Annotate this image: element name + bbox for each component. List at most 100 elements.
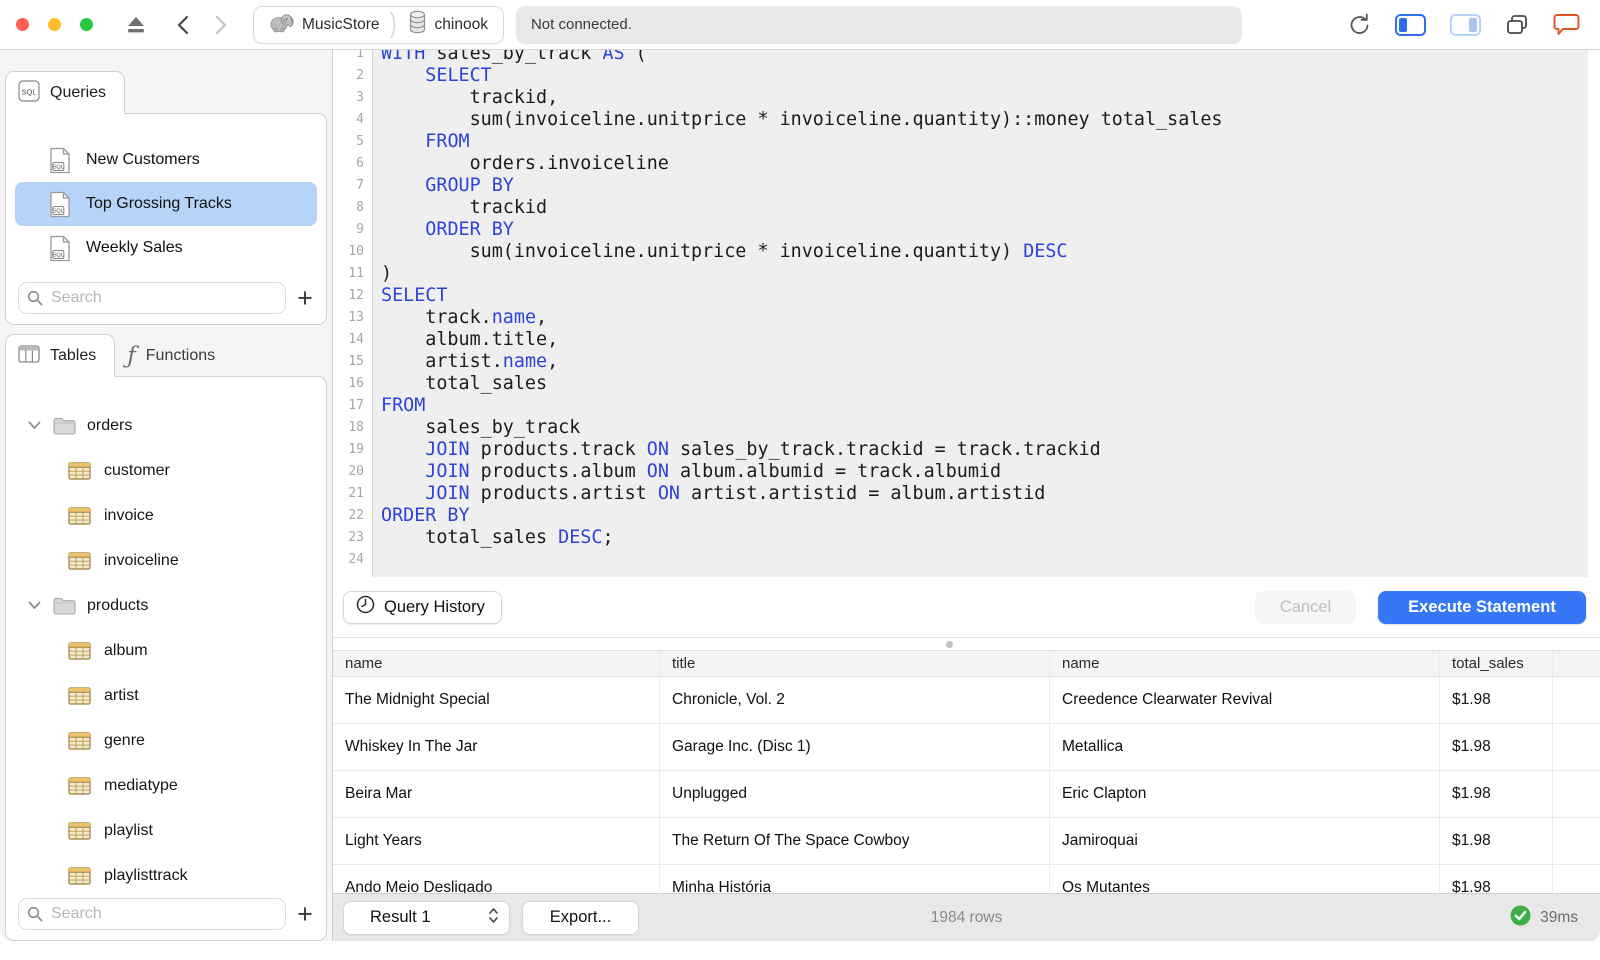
breadcrumb-schema[interactable]: chinook (408, 10, 488, 39)
table-row[interactable]: The Midnight Special Chronicle, Vol. 2 Cre… (333, 677, 1600, 724)
code-line[interactable]: trackid, (381, 87, 1588, 109)
tab-queries[interactable]: SQL Queries (5, 71, 126, 114)
table-cell[interactable]: Chronicle, Vol. 2 (660, 677, 1050, 723)
column-header[interactable]: name (333, 651, 660, 676)
table-cell[interactable]: $1.98 (1440, 818, 1553, 864)
query-item[interactable]: SQL Weekly Sales (15, 226, 317, 270)
code-line[interactable]: GROUP BY (381, 175, 1588, 197)
table-cell[interactable]: $1.98 (1440, 771, 1553, 817)
pane-splitter[interactable] (333, 637, 1600, 650)
table-cell[interactable]: $1.98 (1440, 677, 1553, 723)
query-history-button[interactable]: Query History (343, 590, 502, 624)
table-row[interactable]: Beira Mar Unplugged Eric Clapton $1.98 (333, 771, 1600, 818)
code-line[interactable]: JOIN products.album ON album.albumid = t… (381, 461, 1588, 483)
forward-button[interactable] (215, 15, 227, 35)
tree-table[interactable]: artist (6, 673, 326, 718)
table-cell[interactable]: Creedence Clearwater Revival (1050, 677, 1440, 723)
code-line[interactable]: artist.name, (381, 351, 1588, 373)
code-line[interactable]: sales_by_track (381, 417, 1588, 439)
code-line[interactable]: orders.invoiceline (381, 153, 1588, 175)
code-line[interactable]: total_sales DESC; (381, 527, 1588, 549)
column-header[interactable]: name (1050, 651, 1440, 676)
query-item[interactable]: SQL Top Grossing Tracks (15, 182, 317, 226)
table-cell[interactable]: Garage Inc. (Disc 1) (660, 724, 1050, 770)
windows-button[interactable] (1505, 13, 1529, 37)
table-row[interactable]: Whiskey In The Jar Garage Inc. (Disc 1) Me… (333, 724, 1600, 771)
table-cell[interactable]: Minha História (660, 865, 1050, 893)
code-line[interactable]: album.title, (381, 329, 1588, 351)
table-cell[interactable]: Ando Meio Desligado (333, 865, 660, 893)
back-button[interactable] (177, 15, 189, 35)
table-cell[interactable]: Os Mutantes (1050, 865, 1440, 893)
export-button[interactable]: Export... (522, 900, 639, 935)
add-query-button[interactable]: + (290, 283, 320, 313)
tree-table[interactable]: genre (6, 718, 326, 763)
tree-table[interactable]: playlist (6, 808, 326, 853)
code-line[interactable]: sum(invoiceline.unitprice * invoiceline.… (381, 109, 1588, 131)
tree-table[interactable]: invoice (6, 493, 326, 538)
code-line[interactable]: JOIN products.track ON sales_by_track.tr… (381, 439, 1588, 461)
chevron-down-icon[interactable] (28, 421, 42, 430)
cancel-button[interactable]: Cancel (1255, 590, 1356, 624)
execute-statement-button[interactable]: Execute Statement (1378, 590, 1586, 624)
result-selector[interactable]: Result 1 (343, 900, 510, 935)
tree-table[interactable]: customer (6, 448, 326, 493)
code-line[interactable]: SELECT (381, 285, 1588, 307)
tree-folder[interactable]: orders (6, 403, 326, 448)
table-row[interactable]: Light Years The Return Of The Space Cowbo… (333, 818, 1600, 865)
code-line[interactable] (381, 549, 1588, 571)
code-line[interactable]: FROM (381, 131, 1588, 153)
column-header[interactable]: total_sales (1440, 651, 1553, 676)
tab-tables[interactable]: Tables (5, 334, 116, 377)
column-header[interactable]: title (660, 651, 1050, 676)
table-cell[interactable]: The Midnight Special (333, 677, 660, 723)
sidebar-right-toggle[interactable] (1450, 13, 1481, 37)
breadcrumb-database[interactable]: MusicStore (269, 11, 380, 38)
code-line[interactable]: ORDER BY (381, 219, 1588, 241)
code-area[interactable]: WITH sales_by_track AS ( SELECT trackid,… (373, 50, 1588, 577)
chevron-down-icon[interactable] (28, 601, 42, 610)
table-cell[interactable]: The Return Of The Space Cowboy (660, 818, 1050, 864)
tree-table[interactable]: album (6, 628, 326, 673)
code-line[interactable]: ) (381, 263, 1588, 285)
table-cell[interactable]: Light Years (333, 818, 660, 864)
eject-icon[interactable] (125, 16, 147, 34)
tree-table[interactable]: invoiceline (6, 538, 326, 583)
table-cell[interactable]: Metallica (1050, 724, 1440, 770)
tree-folder[interactable]: products (6, 583, 326, 628)
refresh-button[interactable] (1348, 13, 1371, 37)
table-cell[interactable]: Beira Mar (333, 771, 660, 817)
code-line[interactable]: FROM (381, 395, 1588, 417)
sql-editor[interactable]: 1 2 3 4 5 6 7 8 9 10 11 12 13 14 15 16 17 18 19 20 21 22 23 24 … (333, 50, 1600, 577)
tab-functions[interactable]: ƒ Functions (115, 334, 233, 377)
app-window: MusicStore chinook Not connected. SQL Qu… (0, 0, 1600, 941)
tree-table[interactable]: mediatype (6, 763, 326, 808)
code-line[interactable]: trackid (381, 197, 1588, 219)
table-cell[interactable]: Whiskey In The Jar (333, 724, 660, 770)
query-item[interactable]: SQL New Customers (15, 138, 317, 182)
minimize-button[interactable] (48, 18, 61, 31)
zoom-button[interactable] (80, 18, 93, 31)
table-cell[interactable]: $1.98 (1440, 724, 1553, 770)
sidebar-left-toggle[interactable] (1395, 13, 1426, 37)
table-cell[interactable]: Eric Clapton (1050, 771, 1440, 817)
queries-search-input[interactable] (18, 282, 286, 314)
table-cell[interactable]: Jamiroquai (1050, 818, 1440, 864)
table-cell[interactable]: Unplugged (660, 771, 1050, 817)
code-line[interactable]: WITH sales_by_track AS ( (381, 50, 1588, 65)
code-lines[interactable]: WITH sales_by_track AS ( SELECT trackid,… (381, 50, 1588, 571)
tree-table[interactable]: playlisttrack (6, 853, 326, 898)
code-line[interactable]: sum(invoiceline.unitprice * invoiceline.… (381, 241, 1588, 263)
code-line[interactable]: JOIN products.artist ON artist.artistid … (381, 483, 1588, 505)
table-cell[interactable]: $1.98 (1440, 865, 1553, 893)
svg-text:SQL: SQL (53, 208, 64, 214)
tables-search-input[interactable] (18, 898, 286, 930)
code-line[interactable]: SELECT (381, 65, 1588, 87)
code-line[interactable]: total_sales (381, 373, 1588, 395)
table-row[interactable]: Ando Meio Desligado Minha História Os Muta… (333, 865, 1600, 893)
chat-button[interactable] (1553, 13, 1580, 36)
close-button[interactable] (16, 18, 29, 31)
add-table-button[interactable]: + (290, 899, 320, 929)
code-line[interactable]: track.name, (381, 307, 1588, 329)
code-line[interactable]: ORDER BY (381, 505, 1588, 527)
